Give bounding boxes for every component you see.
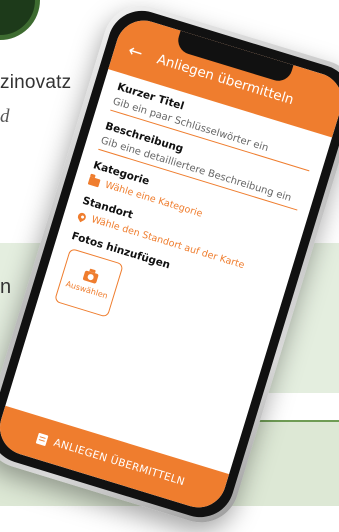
location-pin-icon: [76, 210, 88, 222]
logo-ring: [0, 0, 40, 40]
arrow-left-icon[interactable]: ←: [126, 41, 145, 64]
select-photo-button[interactable]: Auswählen: [53, 247, 124, 318]
submit-label: ANLIEGEN ÜBERMITTELN: [52, 436, 187, 489]
background-italic-text: d: [0, 106, 10, 127]
select-photo-label: Auswählen: [64, 278, 109, 301]
folder-icon: [87, 176, 101, 187]
report-form: Kurzer Titel Gib ein paar Schlüsselwörte…: [49, 81, 318, 371]
camera-icon: [82, 269, 99, 284]
background-name-text: zinovatz: [0, 72, 72, 93]
green-panel-text: n: [0, 276, 12, 298]
send-icon: [36, 432, 49, 446]
